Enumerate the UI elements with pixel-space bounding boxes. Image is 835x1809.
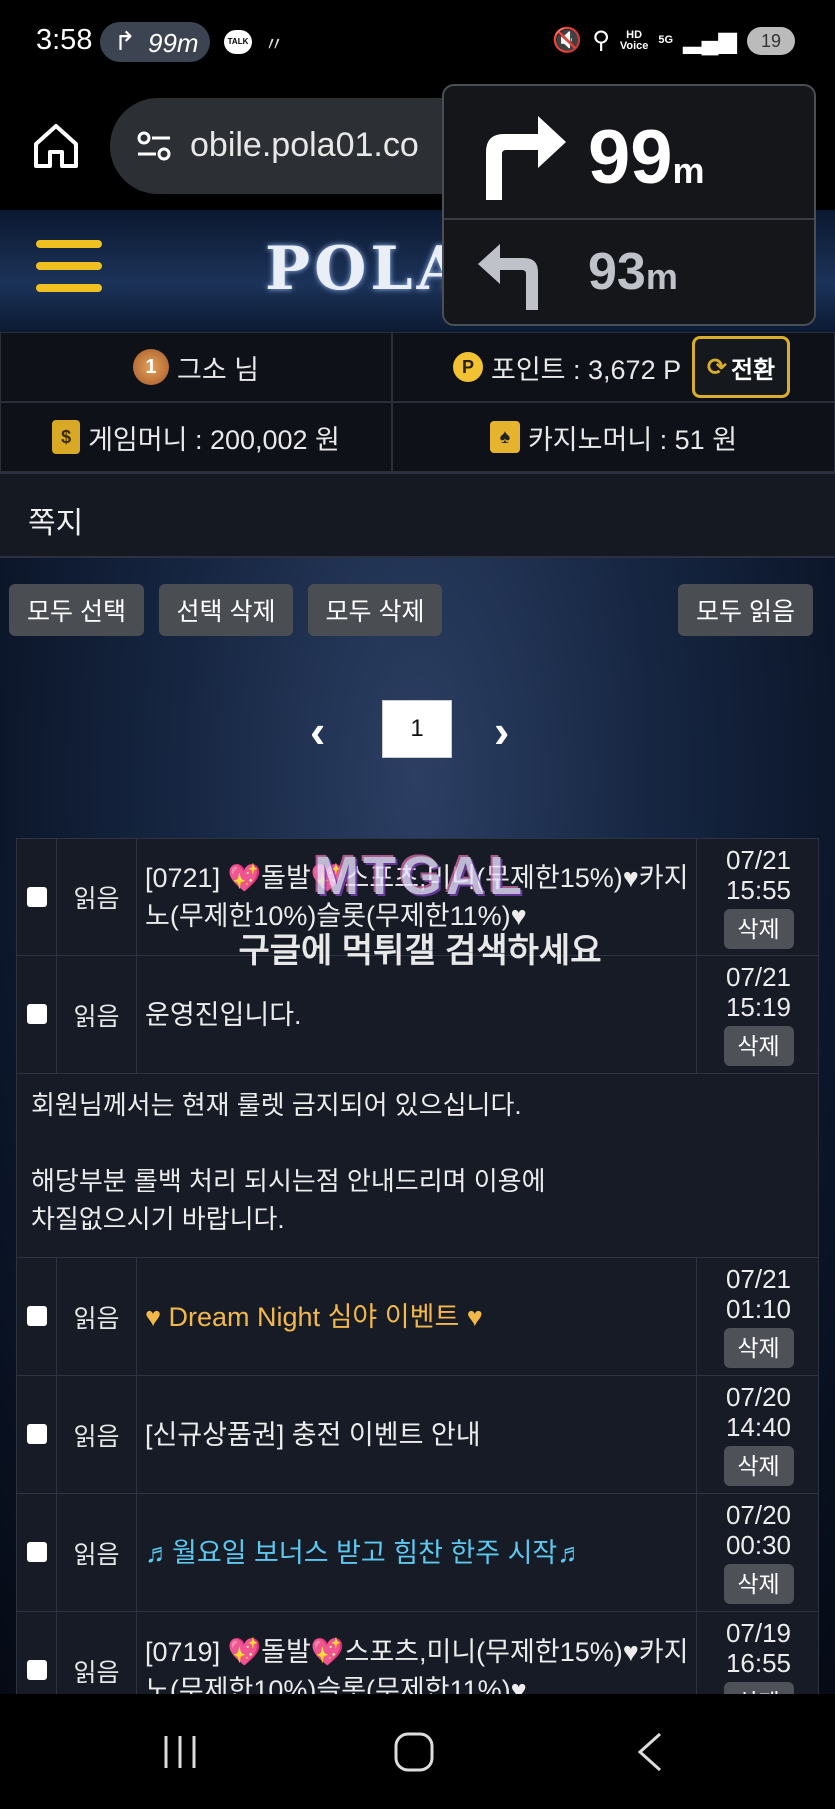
refresh-icon: ⟳ xyxy=(706,353,727,381)
point-coin-icon: P xyxy=(453,352,483,382)
cards-icon: ♠ xyxy=(489,421,520,453)
status-time: 3:58 xyxy=(36,24,93,56)
delete-button[interactable]: 삭제 xyxy=(723,909,794,949)
switch-button-label: 전환 xyxy=(730,356,776,384)
site-settings-icon[interactable] xyxy=(134,126,174,166)
casino-money-cell: ♠ 카지노머니 : 51 원 xyxy=(392,402,835,472)
message-body: 회원님께서는 현재 룰렛 금지되어 있으십니다. 해당부분 롤백 처리 되시는점… xyxy=(16,1074,819,1258)
switch-button[interactable]: ⟳ 전환 xyxy=(692,336,790,398)
hamburger-menu-icon[interactable] xyxy=(36,240,102,298)
message-table: 읽음 [0721] 💖돌발💖스포츠,미니(무제한15%)♥카지노(무제한10%)… xyxy=(16,838,819,1730)
delete-button[interactable]: 삭제 xyxy=(723,1564,794,1604)
message-date: 07/20 14:40 삭제 xyxy=(697,1376,820,1493)
chevron-right-icon[interactable]: › xyxy=(494,704,509,758)
message-subject[interactable]: ♬월요일 보너스 받고 힘찬 한주 시작♬ xyxy=(137,1494,697,1611)
user-cell: 1 그소 님 xyxy=(0,332,392,402)
notification-icon: 〃 xyxy=(264,34,284,56)
read-all-button[interactable]: 모두 읽음 xyxy=(678,584,813,636)
recent-apps-icon[interactable] xyxy=(158,1730,202,1774)
table-row[interactable]: 읽음 [신규상품권] 충전 이벤트 안내 07/20 14:40 삭제 xyxy=(16,1376,819,1494)
game-money-value: 게임머니 : 200,002 원 xyxy=(88,424,340,455)
delete-button[interactable]: 삭제 xyxy=(723,1446,794,1486)
table-row[interactable]: 읽음 ♥ Dream Night 심야 이벤트 ♥ 07/21 01:10 삭제 xyxy=(16,1258,819,1376)
url-text: obile.pola01.co xyxy=(190,126,419,164)
page-number-current[interactable]: 1 xyxy=(382,700,452,758)
row-checkbox[interactable] xyxy=(27,1424,47,1444)
home-icon[interactable] xyxy=(30,120,82,172)
message-subject[interactable]: 운영진입니다. xyxy=(137,956,697,1073)
back-icon[interactable] xyxy=(628,1730,672,1774)
message-date: 07/21 01:10 삭제 xyxy=(697,1258,820,1375)
message-subject[interactable]: [신규상품권] 충전 이벤트 안내 xyxy=(137,1376,697,1493)
table-row[interactable]: 읽음 운영진입니다. 07/21 15:19 삭제 xyxy=(16,956,819,1074)
money-icon: $ xyxy=(52,420,81,454)
rank-badge-icon: 1 xyxy=(132,349,169,385)
main-content: 쪽지 모두 선택 선택 삭제 모두 삭제 모두 읽음 ‹ 1 › 읽음 [072… xyxy=(0,472,835,1730)
network-icon: 5G xyxy=(658,34,674,46)
game-money-cell: $ 게임머니 : 200,002 원 xyxy=(0,402,392,472)
next-turn-row: 99m xyxy=(444,86,814,220)
row-checkbox[interactable] xyxy=(27,1306,47,1326)
message-subject[interactable]: ♥ Dream Night 심야 이벤트 ♥ xyxy=(137,1258,697,1375)
turn-right-icon: ↱ xyxy=(114,26,136,56)
message-date: 07/21 15:19 삭제 xyxy=(697,956,820,1073)
location-icon: ⚲ xyxy=(592,27,610,54)
navigation-pill-distance: 99m xyxy=(148,28,199,58)
delete-button[interactable]: 삭제 xyxy=(723,1328,794,1368)
system-navigation-bar xyxy=(0,1694,835,1809)
kakaotalk-icon: TALK xyxy=(224,30,252,54)
message-date: 07/21 15:55 삭제 xyxy=(697,839,820,955)
points-value: 포인트 : 3,672 P xyxy=(491,354,682,385)
delete-button[interactable]: 삭제 xyxy=(723,1026,794,1066)
following-turn-row: 93m xyxy=(444,222,814,326)
message-body-line: 해당부분 롤백 처리 되시는점 안내드리며 이용에 xyxy=(31,1166,546,1196)
navigation-overlay[interactable]: 99m 93m xyxy=(442,84,816,326)
table-row[interactable]: 읽음 ♬월요일 보너스 받고 힘찬 한주 시작♬ 07/20 00:30 삭제 xyxy=(16,1494,819,1612)
read-status: 읽음 xyxy=(57,956,137,1073)
turn-right-icon xyxy=(486,116,566,200)
read-status: 읽음 xyxy=(57,1258,137,1375)
chevron-left-icon[interactable]: ‹ xyxy=(310,704,325,758)
navigation-pill[interactable]: ↱ 99m xyxy=(100,22,210,62)
casino-money-value: 카지노머니 : 51 원 xyxy=(527,424,738,455)
row-checkbox[interactable] xyxy=(27,887,47,907)
page-title: 쪽지 xyxy=(28,507,84,540)
following-turn-distance: 93m xyxy=(588,243,678,301)
signal-icon: ▂▄▆ xyxy=(683,27,737,54)
page-title-bar: 쪽지 xyxy=(0,472,835,558)
battery-icon: 19 xyxy=(747,26,795,55)
delete-selected-button[interactable]: 선택 삭제 xyxy=(159,584,293,636)
read-status: 읽음 xyxy=(57,1494,137,1611)
message-subject[interactable]: [0721] 💖돌발💖스포츠,미니(무제한15%)♥카지노(무제한10%)슬롯(… xyxy=(137,839,697,955)
username: 그소 님 xyxy=(176,354,260,385)
select-all-button[interactable]: 모두 선택 xyxy=(9,584,144,636)
row-checkbox[interactable] xyxy=(27,1542,47,1562)
table-row[interactable]: 읽음 [0721] 💖돌발💖스포츠,미니(무제한15%)♥카지노(무제한10%)… xyxy=(16,838,819,956)
hd-voice-icon: HD Voice xyxy=(619,28,649,52)
home-nav-icon[interactable] xyxy=(392,1730,436,1774)
row-checkbox[interactable] xyxy=(27,1004,47,1024)
message-date: 07/20 00:30 삭제 xyxy=(697,1494,820,1611)
row-checkbox[interactable] xyxy=(27,1660,47,1680)
mute-icon: 🔇 xyxy=(552,27,583,54)
pagination: ‹ 1 › xyxy=(0,700,835,760)
status-icons: 🔇 ⚲ HD Voice 5G ▂▄▆ 19 xyxy=(552,26,795,55)
message-body-line: 회원님께서는 현재 룰렛 금지되어 있으십니다. xyxy=(31,1090,522,1120)
next-turn-distance: 99m xyxy=(588,115,705,200)
read-status: 읽음 xyxy=(57,839,137,955)
message-body-line: 차질없으시기 바랍니다. xyxy=(31,1204,285,1234)
delete-all-button[interactable]: 모두 삭제 xyxy=(308,584,442,636)
turn-left-icon xyxy=(478,244,538,310)
read-status: 읽음 xyxy=(57,1376,137,1493)
status-bar: 3:58 ↱ 99m TALK 〃 🔇 ⚲ HD Voice 5G ▂▄▆ 19 xyxy=(0,0,835,84)
